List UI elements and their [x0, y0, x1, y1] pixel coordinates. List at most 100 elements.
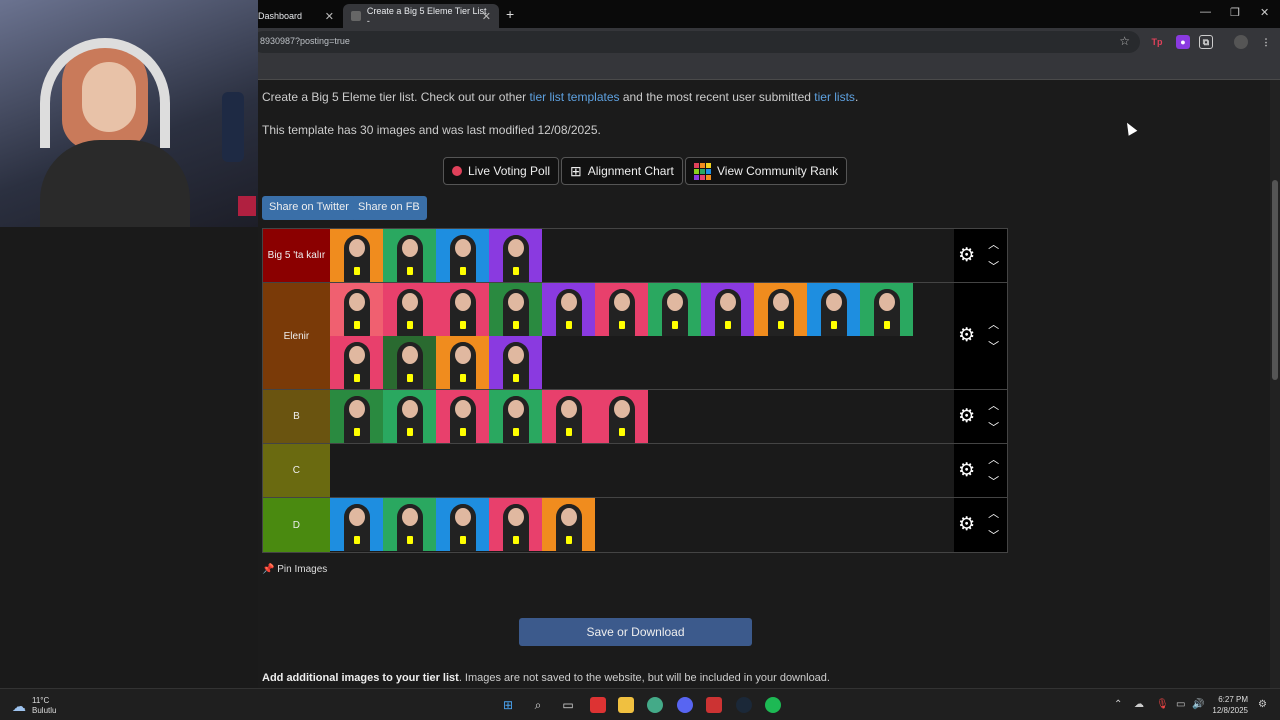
restore-icon[interactable]: ❐ — [1230, 6, 1240, 19]
tier-label[interactable]: Big 5 'ta kalır — [263, 229, 330, 282]
contestant-image[interactable] — [382, 336, 436, 389]
gear-icon[interactable]: ⚙ — [958, 514, 978, 535]
face — [507, 239, 524, 257]
contestant-image[interactable] — [594, 283, 648, 336]
move-up-icon[interactable]: ︿ — [988, 316, 999, 332]
close-window-icon[interactable]: ✕ — [1260, 6, 1269, 19]
chrome-icon[interactable] — [647, 697, 663, 713]
steam-icon[interactable] — [736, 697, 752, 713]
pin-images-toggle[interactable]: 📌 Pin Images — [262, 564, 327, 575]
tier-items — [329, 444, 955, 497]
close-tab-icon[interactable]: ✕ — [482, 10, 491, 23]
move-down-icon[interactable]: ﹀ — [988, 473, 999, 489]
minimize-icon[interactable]: — — [1200, 6, 1211, 18]
page-scrollbar[interactable] — [1270, 80, 1280, 688]
tier-label[interactable]: B — [263, 390, 330, 443]
scrollbar-thumb[interactable] — [1272, 180, 1278, 380]
contestant-image[interactable] — [435, 498, 489, 551]
gear-icon[interactable]: ⚙ — [958, 245, 978, 266]
start-icon[interactable]: ⊞ — [500, 697, 516, 713]
extensions-puzzle-icon[interactable]: ⧉ — [1199, 35, 1213, 49]
address-bar[interactable]: 8930987?posting=true ☆ — [252, 31, 1140, 53]
browser-menu-icon[interactable]: ⋮ — [1259, 35, 1273, 49]
move-up-icon[interactable]: ︿ — [988, 236, 999, 252]
gear-icon[interactable]: ⚙ — [958, 460, 978, 481]
contestant-image[interactable] — [329, 283, 383, 336]
spotify-icon[interactable] — [765, 697, 781, 713]
close-tab-icon[interactable]: ✕ — [325, 10, 334, 23]
tray-chevron-icon[interactable]: ⌃ — [1114, 699, 1122, 710]
tier-label[interactable]: Elenir — [263, 283, 330, 389]
network-icon[interactable]: ▭ — [1176, 699, 1185, 710]
gear-icon[interactable]: ⚙ — [958, 406, 978, 427]
share-fb-button[interactable]: Share on FB — [351, 196, 427, 220]
tier-list-templates-link[interactable]: tier list templates — [529, 90, 619, 104]
clock[interactable]: 6:27 PM 12/8/2025 — [1212, 694, 1248, 716]
search-icon[interactable]: ⌕ — [530, 697, 546, 713]
file-explorer-icon[interactable] — [618, 697, 634, 713]
contestant-image[interactable] — [382, 390, 436, 443]
tier-label[interactable]: D — [263, 498, 330, 552]
move-down-icon[interactable]: ﹀ — [988, 419, 999, 435]
onedrive-icon[interactable]: ☁ — [1134, 699, 1144, 710]
contestant-image[interactable] — [488, 229, 542, 282]
face — [560, 293, 577, 311]
contestant-image[interactable] — [541, 283, 595, 336]
view-community-rank-button[interactable]: View Community Rank — [685, 157, 848, 185]
contestant-image[interactable] — [859, 283, 913, 336]
move-up-icon[interactable]: ︿ — [988, 451, 999, 467]
tab-dashboard[interactable]: Dashboard ✕ — [250, 4, 342, 28]
volume-icon[interactable]: 🔊 — [1192, 699, 1204, 710]
alignment-chart-button[interactable]: ⊞ Alignment Chart — [561, 157, 683, 185]
contestant-image[interactable] — [647, 283, 701, 336]
contestant-image[interactable] — [488, 498, 542, 551]
contestant-image[interactable] — [435, 229, 489, 282]
tab-tier-list[interactable]: Create a Big 5 Eleme Tier List - ✕ — [343, 4, 499, 28]
contestant-image[interactable] — [541, 498, 595, 551]
contestant-image[interactable] — [329, 498, 383, 551]
bookmark-star-icon[interactable]: ☆ — [1119, 34, 1130, 48]
tier-lists-link[interactable]: tier lists — [814, 90, 855, 104]
extension-tp-icon[interactable]: Tp — [1150, 35, 1164, 49]
contestant-image[interactable] — [488, 283, 542, 336]
weather-widget[interactable]: ☁ 11°C Bulutlu — [12, 696, 56, 716]
new-tab-icon[interactable]: + — [506, 6, 514, 22]
move-down-icon[interactable]: ﹀ — [988, 338, 999, 354]
move-down-icon[interactable]: ﹀ — [988, 258, 999, 274]
contestant-image[interactable] — [806, 283, 860, 336]
contestant-image[interactable] — [594, 390, 648, 443]
contestant-image[interactable] — [329, 390, 383, 443]
mic-icon[interactable]: 🎙 — [1156, 699, 1169, 710]
live-voting-poll-button[interactable]: Live Voting Poll — [443, 157, 560, 185]
tier-label[interactable]: C — [263, 444, 330, 497]
share-twitter-button[interactable]: Share on Twitter — [262, 196, 356, 220]
contestant-image[interactable] — [329, 336, 383, 389]
move-down-icon[interactable]: ﹀ — [988, 527, 999, 543]
contestant-image[interactable] — [541, 390, 595, 443]
save-download-button[interactable]: Save or Download — [519, 618, 752, 646]
app-red-icon[interactable] — [590, 697, 606, 713]
contestant-image[interactable] — [753, 283, 807, 336]
move-up-icon[interactable]: ︿ — [988, 397, 999, 413]
move-up-icon[interactable]: ︿ — [988, 505, 999, 521]
contestant-image[interactable] — [435, 336, 489, 389]
contestant-image[interactable] — [329, 229, 383, 282]
contestant-image[interactable] — [488, 336, 542, 389]
discord-icon[interactable] — [677, 697, 693, 713]
profile-avatar[interactable] — [1234, 35, 1248, 49]
badge — [512, 374, 519, 382]
app-grid-icon[interactable] — [706, 697, 722, 713]
notification-icon[interactable]: ⚙ — [1258, 699, 1267, 710]
contestant-image[interactable] — [382, 283, 436, 336]
contestant-image[interactable] — [488, 390, 542, 443]
contestant-image[interactable] — [382, 498, 436, 551]
contestant-image[interactable] — [700, 283, 754, 336]
contestant-image[interactable] — [435, 283, 489, 336]
extension-purple-icon[interactable]: ● — [1176, 35, 1190, 49]
gear-icon[interactable]: ⚙ — [958, 326, 978, 346]
contestant-image[interactable] — [382, 229, 436, 282]
streamer-body — [40, 140, 190, 227]
task-view-icon[interactable]: ▭ — [560, 697, 576, 713]
contestant-image[interactable] — [435, 390, 489, 443]
badge — [565, 536, 572, 544]
